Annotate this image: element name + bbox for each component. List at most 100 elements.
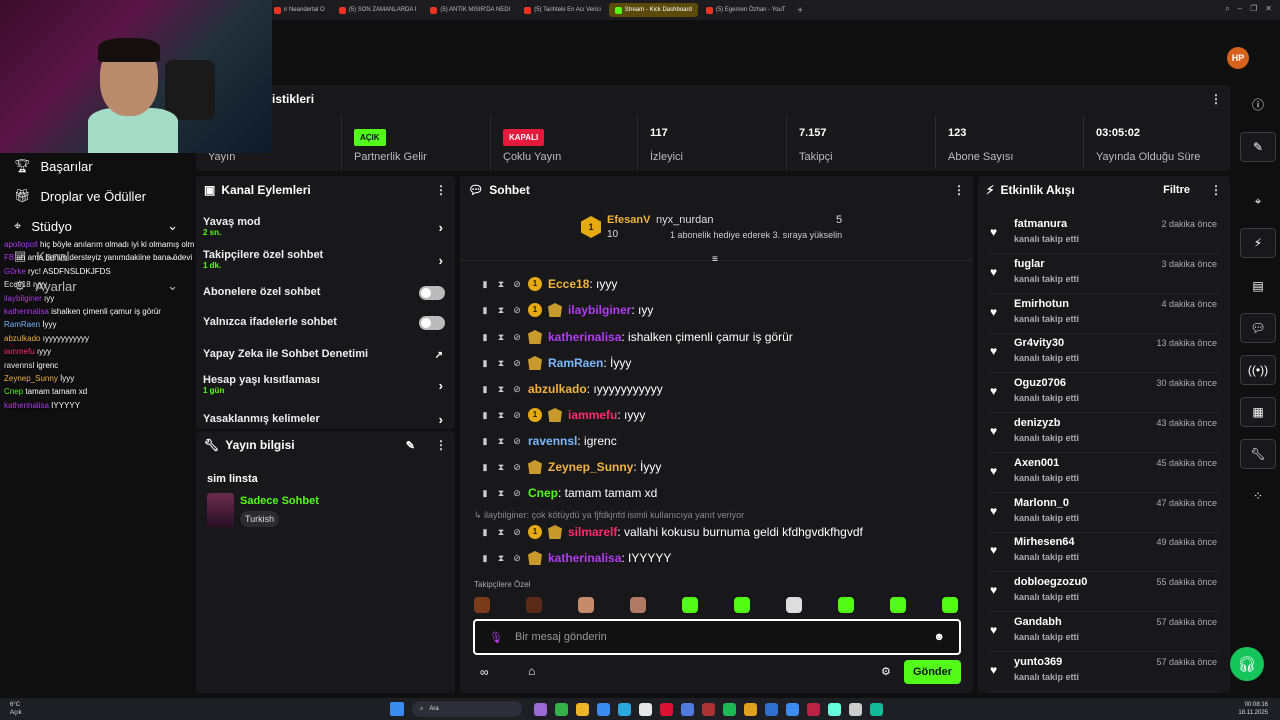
restore-icon[interactable]: ❐ (1250, 4, 1257, 14)
lightning-icon[interactable]: ⚡︎ (1240, 228, 1276, 258)
trash-icon[interactable]: ▮ (480, 553, 490, 564)
chat-username[interactable]: RamRaen (548, 356, 603, 370)
follower-name[interactable]: Gandabh (1014, 616, 1062, 628)
trash-icon[interactable]: ▮ (480, 462, 490, 473)
timeout-icon[interactable]: ⧗ (496, 410, 506, 421)
trash-icon[interactable]: ▮ (480, 305, 490, 316)
taskbar-app-icon[interactable] (786, 702, 799, 716)
ban-icon[interactable]: ⊘ (512, 436, 522, 447)
chat-username[interactable]: ilaybilginer (568, 303, 631, 317)
pinned-menu-icon[interactable]: ≡ (712, 254, 718, 265)
clock[interactable]: 00:08:16 18.11.2025 (1238, 701, 1268, 717)
ban-icon[interactable]: ⊘ (512, 279, 522, 290)
notes-icon[interactable]: ▤ (1240, 271, 1276, 301)
taskbar-app-icon[interactable] (702, 702, 715, 716)
taskbar-app-icon[interactable] (597, 702, 610, 716)
ban-icon[interactable]: ⊘ (512, 410, 522, 421)
nav-item-droplar[interactable]: 🎁︎ Droplar ve Ödüller (14, 188, 146, 204)
taskbar-app-icon[interactable] (555, 702, 568, 716)
timeout-icon[interactable]: ⧗ (496, 305, 506, 316)
chat-username[interactable]: abzulkado (528, 382, 587, 396)
trash-icon[interactable]: ▮ (480, 358, 490, 369)
gift-recipient-name[interactable]: nyx_nurdan (656, 214, 714, 226)
emote-icon[interactable] (890, 597, 906, 613)
follower-name[interactable]: fuglar (1014, 258, 1045, 270)
chat-username[interactable]: katherinalisa (548, 330, 621, 344)
taskbar-app-icon[interactable] (681, 702, 694, 716)
browser-tab[interactable]: (5) ANTİK MISIR'DA NEDI (424, 3, 516, 17)
actions-menu-icon[interactable]: ⋮ (435, 183, 447, 197)
chat-settings-icon[interactable]: ⚙ (881, 665, 891, 678)
follower-name[interactable]: fatmanura (1014, 218, 1067, 230)
timeout-icon[interactable]: ⧗ (496, 384, 506, 395)
taskbar-app-icon[interactable] (576, 702, 589, 716)
search-icon[interactable]: ⌕ (1225, 4, 1229, 14)
timeout-icon[interactable]: ⧗ (496, 279, 506, 290)
action-item[interactable]: Abonelere özel sohbet (203, 286, 445, 300)
ban-icon[interactable]: ⊘ (512, 488, 522, 499)
browser-tab[interactable]: (5) SON ZAMANLARDA I (333, 3, 423, 17)
timeout-icon[interactable]: ⧗ (496, 527, 506, 538)
apps-icon[interactable]: ⁘ (1240, 481, 1276, 511)
emote-icon[interactable] (682, 597, 698, 613)
ban-icon[interactable]: ⊘ (512, 358, 522, 369)
emote-icon[interactable] (786, 597, 802, 613)
shop-icon[interactable]: ⌂ (528, 664, 535, 678)
action-item[interactable]: Takipçilere özel sohbet 1 dk. › (203, 249, 445, 270)
taskbar-app-icon[interactable] (660, 702, 673, 716)
capture-icon[interactable]: ⌖ (1240, 186, 1276, 216)
nav-item-basarilar[interactable]: 🏆︎ Başarılar (14, 158, 93, 174)
browser-tab[interactable]: Stream - Kick Dashboard (608, 3, 698, 17)
timeout-icon[interactable]: ⧗ (496, 358, 506, 369)
timeout-icon[interactable]: ⧗ (496, 436, 506, 447)
stream-category[interactable]: Sadece Sohbet (240, 495, 319, 507)
trash-icon[interactable]: ▮ (480, 332, 490, 343)
taskbar-app-icon[interactable] (723, 702, 736, 716)
channel-logo-icon[interactable]: HP (1227, 47, 1249, 69)
taskbar-app-icon[interactable] (807, 702, 820, 716)
stats-menu-icon[interactable]: ⋮ (1210, 92, 1222, 106)
chat-icon[interactable]: 💬︎ (1240, 313, 1276, 343)
chat-username[interactable]: Zeynep_Sunny (548, 460, 633, 474)
emote-icon[interactable] (942, 597, 958, 613)
follower-name[interactable]: yunto369 (1014, 656, 1062, 668)
chat-input[interactable]: 🎙︎ Bir mesaj gönderin ☻ (473, 619, 961, 655)
info-icon[interactable]: ⓘ (1240, 89, 1276, 119)
loop-icon[interactable]: ∞ (480, 665, 489, 679)
emote-icon[interactable] (526, 597, 542, 613)
toggle-switch[interactable] (419, 316, 445, 330)
start-icon[interactable] (390, 702, 404, 716)
chat-menu-icon[interactable]: ⋮ (953, 183, 965, 197)
close-icon[interactable]: ✕ (1265, 4, 1272, 14)
trash-icon[interactable]: ▮ (480, 384, 490, 395)
action-item[interactable]: Hesap yaşı kısıtlaması 1 gün › (203, 374, 445, 395)
emote-icon[interactable] (578, 597, 594, 613)
filter-button[interactable]: Filtre (1163, 184, 1190, 196)
taskbar-app-icon[interactable] (534, 702, 547, 716)
chat-username[interactable]: ravennsl (528, 434, 577, 448)
follower-name[interactable]: denizyzb (1014, 417, 1060, 429)
taskbar-app-icon[interactable] (639, 702, 652, 716)
language-tag[interactable]: Turkish (240, 511, 280, 527)
follower-name[interactable]: Gr4vity30 (1014, 337, 1064, 349)
timeout-icon[interactable]: ⧗ (496, 332, 506, 343)
emote-icon[interactable] (474, 597, 490, 613)
taskbar-app-icon[interactable] (765, 702, 778, 716)
timeout-icon[interactable]: ⧗ (496, 488, 506, 499)
browser-tab[interactable]: ir Neandertal O (268, 3, 331, 17)
taskbar-app-icon[interactable] (744, 702, 757, 716)
trash-icon[interactable]: ▮ (480, 436, 490, 447)
minimize-icon[interactable]: – (1238, 4, 1242, 14)
chat-username[interactable]: katherinalisa (548, 551, 621, 565)
ban-icon[interactable]: ⊘ (512, 462, 522, 473)
wrench-icon[interactable]: 🔧︎ (1240, 439, 1276, 469)
edit-icon[interactable]: ✎ (406, 439, 415, 452)
new-tab-button[interactable]: + (798, 5, 803, 15)
ban-icon[interactable]: ⊘ (512, 305, 522, 316)
follower-name[interactable]: Marlonn_0 (1014, 497, 1069, 509)
chat-username[interactable]: silmarelf (568, 525, 617, 539)
emoji-icon[interactable]: ☻ (933, 631, 945, 643)
follower-name[interactable]: Oguz0706 (1014, 377, 1066, 389)
chat-username[interactable]: Cnep (528, 486, 558, 500)
help-headset-icon[interactable]: 🎧︎ (1230, 647, 1264, 681)
